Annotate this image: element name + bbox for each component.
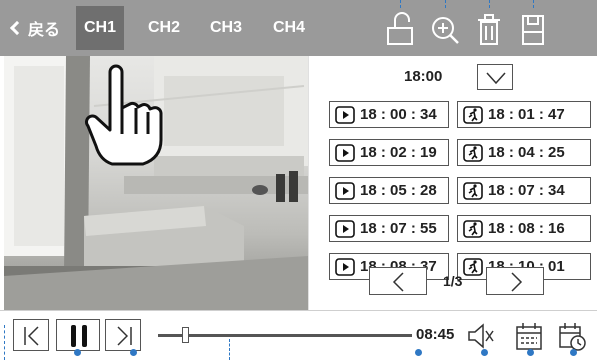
video-preview[interactable] (4, 56, 308, 310)
video-file-icon (335, 181, 355, 200)
hour-dropdown[interactable] (477, 64, 513, 90)
annotation-dot (74, 349, 81, 356)
annotation-tick (445, 0, 446, 8)
recording-time: 18 : 08 : 16 (488, 220, 565, 237)
video-file-icon (335, 257, 355, 276)
recording-time: 18 : 00 : 34 (360, 106, 437, 123)
video-file-icon (335, 219, 355, 238)
chevron-left-icon (9, 20, 25, 36)
pause-icon (71, 325, 87, 347)
annotation-tick (229, 339, 230, 360)
trash-icon[interactable] (472, 10, 506, 48)
back-button[interactable]: 戻る (8, 14, 60, 42)
calendar-icon[interactable] (514, 320, 544, 352)
recording-time: 18 : 07 : 34 (488, 182, 565, 199)
recording-time: 18 : 01 : 47 (488, 106, 565, 123)
tab-ch2[interactable]: CH2 (140, 6, 188, 50)
annotation-tick (400, 0, 401, 8)
room-scene-image (4, 56, 308, 310)
save-icon[interactable] (516, 10, 550, 48)
mute-icon[interactable] (465, 320, 495, 352)
skip-previous-button[interactable] (13, 319, 49, 351)
page-indicator: 1/3 (443, 273, 463, 289)
chevron-left-icon (392, 272, 404, 292)
tab-ch3[interactable]: CH3 (202, 6, 250, 50)
chevron-right-icon (511, 272, 523, 292)
recording-time: 18 : 02 : 19 (360, 144, 437, 161)
annotation-tick (4, 325, 5, 360)
recording-item[interactable]: 18 : 00 : 34 (329, 101, 449, 128)
prev-page-button[interactable] (369, 267, 427, 295)
motion-detect-icon (463, 219, 483, 238)
annotation-dot (130, 349, 137, 356)
playback-bar: 08:45 (0, 310, 597, 360)
selected-hour: 18:00 (404, 68, 443, 85)
recording-item[interactable]: 18 : 08 : 16 (457, 215, 591, 242)
motion-detect-icon (463, 257, 483, 276)
motion-detect-icon (463, 143, 483, 162)
recording-list-panel: 18:00 18 : 00 : 34 18 : 01 : 47 18 : 02 : … (308, 56, 597, 310)
video-file-icon (335, 105, 355, 124)
recording-item[interactable]: 18 : 02 : 19 (329, 139, 449, 166)
recording-item[interactable]: 18 : 07 : 55 (329, 215, 449, 242)
annotation-tick (533, 0, 534, 8)
next-page-button[interactable] (486, 267, 544, 295)
motion-detect-icon (463, 181, 483, 200)
recording-time: 18 : 07 : 55 (360, 220, 437, 237)
tab-ch1[interactable]: CH1 (76, 6, 124, 50)
annotation-dot (527, 349, 534, 356)
annotation-dot (415, 349, 422, 356)
annotation-dot (481, 349, 488, 356)
schedule-icon[interactable] (557, 320, 587, 352)
recording-item[interactable]: 18 : 07 : 34 (457, 177, 591, 204)
back-label: 戻る (28, 22, 61, 39)
skip-previous-icon (24, 326, 39, 346)
pause-button[interactable] (56, 319, 100, 351)
seek-bar-track[interactable] (158, 334, 412, 337)
recording-time: 18 : 04 : 25 (488, 144, 565, 161)
unlock-icon[interactable] (383, 10, 417, 48)
chevron-down-icon (486, 72, 506, 85)
motion-detect-icon (463, 105, 483, 124)
annotation-tick (489, 0, 490, 8)
hand-pointer-icon (85, 64, 163, 166)
recording-item[interactable]: 18 : 05 : 28 (329, 177, 449, 204)
annotation-dot (570, 349, 577, 356)
skip-next-button[interactable] (105, 319, 141, 351)
playback-time: 08:45 (416, 326, 455, 343)
recording-item[interactable]: 18 : 01 : 47 (457, 101, 591, 128)
seek-bar-handle[interactable] (181, 327, 189, 343)
recording-item[interactable]: 18 : 04 : 25 (457, 139, 591, 166)
video-file-icon (335, 143, 355, 162)
top-bar: 戻る CH1 CH2 CH3 CH4 (0, 0, 597, 56)
tab-ch4[interactable]: CH4 (265, 6, 313, 50)
recording-time: 18 : 05 : 28 (360, 182, 437, 199)
skip-next-icon (117, 326, 132, 346)
zoom-in-icon[interactable] (428, 10, 462, 48)
